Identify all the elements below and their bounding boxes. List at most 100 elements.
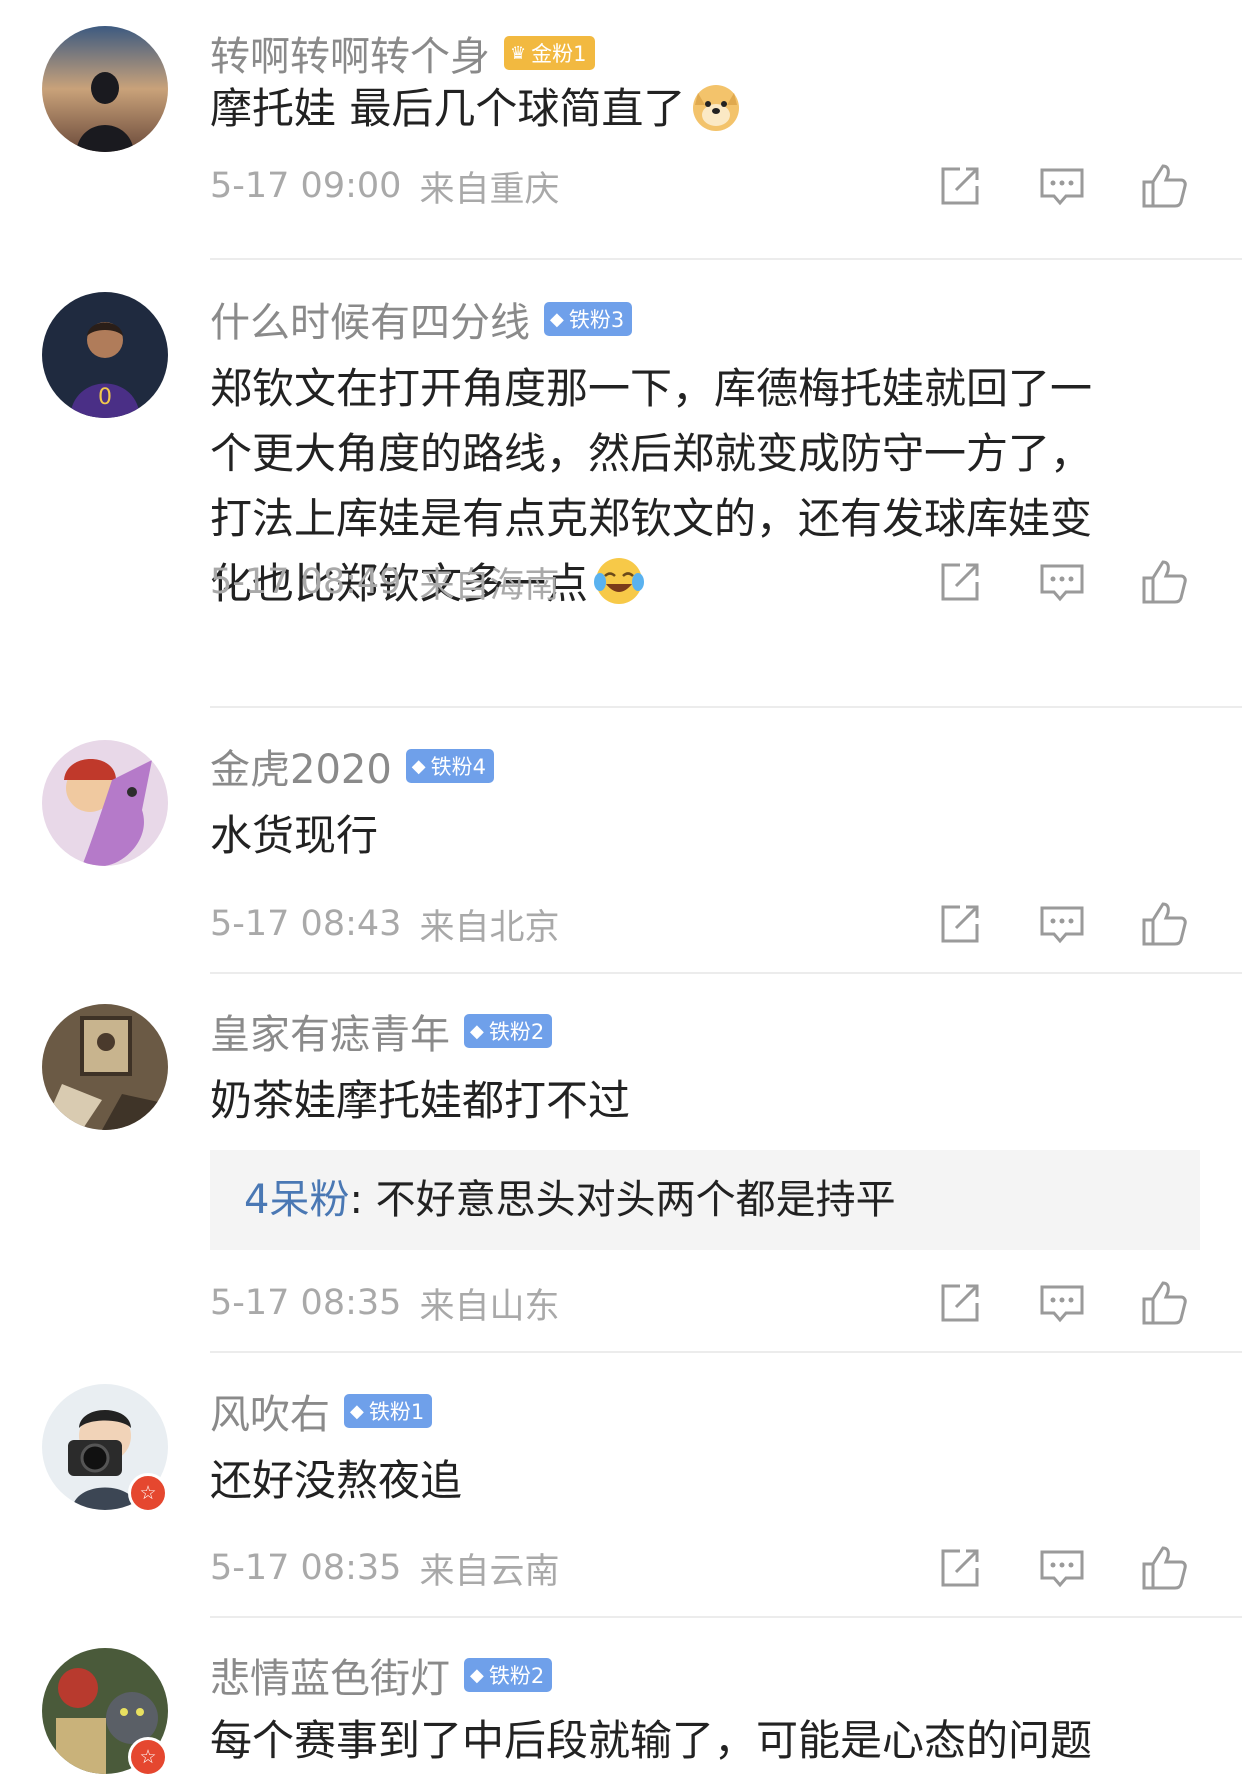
name-row: 风吹右 ◆ 铁粉1 xyxy=(210,1386,433,1438)
reply-button[interactable] xyxy=(1032,552,1092,612)
comment-actions xyxy=(930,1273,1236,1333)
comment-location: 来自重庆 xyxy=(419,169,560,210)
comment-actions xyxy=(930,1538,1236,1598)
fan-badge[interactable]: ♛ 金粉1 xyxy=(504,36,595,70)
share-icon xyxy=(941,1549,979,1587)
username[interactable]: 皇家有痣青年 xyxy=(210,1002,450,1060)
name-row: 皇家有痣青年 ◆ 铁粉2 xyxy=(210,1006,553,1058)
comment-icon xyxy=(1040,1285,1084,1323)
comment-meta: 5-17 09:00 来自重庆 xyxy=(210,161,559,211)
username[interactable]: 风吹右 xyxy=(210,1382,330,1440)
username[interactable]: 什么时候有四分线 xyxy=(210,290,530,348)
comment-location: 来自北京 xyxy=(419,907,560,948)
share-icon xyxy=(941,905,979,943)
like-button[interactable] xyxy=(1134,552,1194,612)
reply-button[interactable] xyxy=(1032,894,1092,954)
divider xyxy=(210,972,1242,974)
comment-line: 每个赛事到了中后段就输了，可能是心态的问题 xyxy=(210,1716,1093,1765)
avatar[interactable]: 0 xyxy=(42,292,168,418)
divider xyxy=(210,258,1242,260)
comment-icon xyxy=(1040,564,1084,602)
like-button[interactable] xyxy=(1134,894,1194,954)
share-icon xyxy=(941,167,979,205)
like-button[interactable] xyxy=(1134,1538,1194,1598)
fan-badge[interactable]: ◆ 铁粉2 xyxy=(464,1014,553,1048)
comment-line: 还好没熬夜追 xyxy=(210,1456,463,1505)
comment-time: 5-17 08:49 xyxy=(210,562,402,602)
reply-button[interactable] xyxy=(1032,1538,1092,1598)
fan-badge[interactable]: ◆ 铁粉1 xyxy=(344,1394,433,1428)
laughing-tears-emoji xyxy=(594,558,645,604)
thumbs-up-icon xyxy=(1142,902,1187,946)
thumbs-up-icon xyxy=(1142,560,1187,604)
verified-badge-icon: ☆ xyxy=(128,1473,168,1513)
share-icon xyxy=(941,1284,979,1322)
reply-text: : 不好意思头对头两个都是持平 xyxy=(349,1177,896,1223)
thumbs-up-icon xyxy=(1142,164,1187,208)
diamond-icon: ◆ xyxy=(550,308,564,330)
fan-badge[interactable]: ◆ 铁粉3 xyxy=(544,302,633,336)
comment-line: 郑钦文在打开角度那一下，库德梅托娃就回了一 xyxy=(210,364,1093,413)
comment-icon xyxy=(1040,168,1084,206)
verified-badge-icon: ☆ xyxy=(128,1737,168,1777)
doge-emoji xyxy=(693,85,740,131)
diamond-icon: ◆ xyxy=(470,1020,484,1042)
comment-line: 奶茶娃摩托娃都打不过 xyxy=(210,1076,631,1125)
fan-badge-label: 铁粉3 xyxy=(568,308,625,332)
comment-time: 5-17 08:35 xyxy=(210,1548,402,1588)
diamond-icon: ◆ xyxy=(411,755,426,777)
fan-badge[interactable]: ◆ 铁粉4 xyxy=(405,749,495,783)
comment-time: 5-17 08:43 xyxy=(210,904,402,944)
divider xyxy=(210,706,1242,708)
comment-meta: 5-17 08:35 来自云南 xyxy=(210,1543,559,1593)
crown-icon: ♛ xyxy=(510,42,527,64)
avatar[interactable] xyxy=(42,740,168,866)
comment-icon xyxy=(1040,906,1084,944)
comment-text: 水货现行 xyxy=(210,803,1210,868)
username[interactable]: 转啊转啊转个身 xyxy=(210,24,490,82)
avatar[interactable] xyxy=(42,26,168,152)
username[interactable]: 金虎2020 xyxy=(210,737,392,795)
share-button[interactable] xyxy=(930,1538,990,1598)
diamond-icon: ◆ xyxy=(470,1664,484,1686)
share-button[interactable] xyxy=(930,1273,990,1333)
like-button[interactable] xyxy=(1134,156,1194,216)
comment-text: 奶茶娃摩托娃都打不过 xyxy=(210,1068,1210,1133)
comment-location: 来自山东 xyxy=(419,1286,560,1327)
share-button[interactable] xyxy=(930,552,990,612)
avatar[interactable] xyxy=(42,1004,168,1130)
reply-preview[interactable]: 4呆粉: 不好意思头对头两个都是持平 xyxy=(210,1150,1200,1250)
comment-actions xyxy=(930,894,1236,954)
comment-text: 每个赛事到了中后段就输了，可能是心态的问题 xyxy=(210,1708,1210,1773)
diamond-icon: ◆ xyxy=(350,1400,364,1422)
name-row: 金虎2020 ◆ 铁粉4 xyxy=(210,741,495,793)
share-button[interactable] xyxy=(930,894,990,954)
comment-location: 来自云南 xyxy=(419,1551,560,1592)
username[interactable]: 悲情蓝色街灯 xyxy=(210,1646,450,1704)
divider xyxy=(210,1351,1242,1353)
thumbs-up-icon xyxy=(1142,1546,1187,1590)
comment-time: 5-17 08:35 xyxy=(210,1283,402,1323)
comment-meta: 5-17 08:49 来自海南 xyxy=(210,557,559,607)
fan-badge-label: 铁粉4 xyxy=(430,755,487,779)
thumbs-up-icon xyxy=(1142,1281,1187,1325)
share-button[interactable] xyxy=(930,156,990,216)
name-row: 什么时候有四分线 ◆ 铁粉3 xyxy=(210,294,633,346)
comment-text: 摩托娃 最后几个球简直了 xyxy=(210,76,1210,141)
comment-line: 打法上库娃是有点克郑钦文的，还有发球库娃变 xyxy=(210,494,1093,543)
like-button[interactable] xyxy=(1134,1273,1194,1333)
fan-badge-label: 铁粉2 xyxy=(488,1020,545,1044)
comment-actions xyxy=(930,552,1236,612)
comment-line: 水货现行 xyxy=(210,811,379,860)
reply-username[interactable]: 4呆粉 xyxy=(244,1177,349,1223)
comment-icon xyxy=(1040,1550,1084,1588)
reply-button[interactable] xyxy=(1032,156,1092,216)
name-row: 悲情蓝色街灯 ◆ 铁粉2 xyxy=(210,1650,553,1702)
reply-button[interactable] xyxy=(1032,1273,1092,1333)
comment-meta: 5-17 08:35 来自山东 xyxy=(210,1278,559,1328)
comment-location: 来自海南 xyxy=(419,565,560,606)
divider xyxy=(210,1616,1242,1618)
comment-line: 摩托娃 最后几个球简直了 xyxy=(210,84,686,133)
fan-badge[interactable]: ◆ 铁粉2 xyxy=(464,1658,553,1692)
comment-text: 还好没熬夜追 xyxy=(210,1448,1210,1513)
